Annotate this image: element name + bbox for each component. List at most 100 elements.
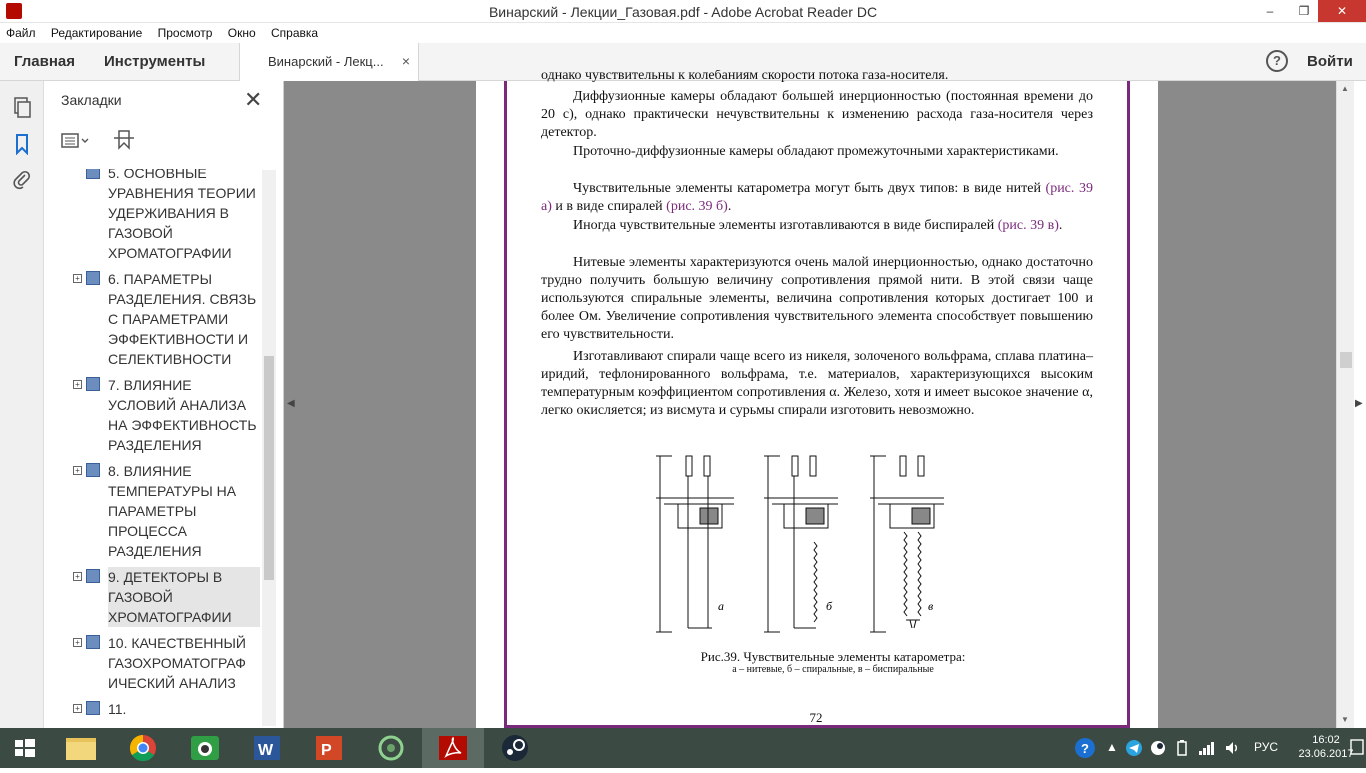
figure-subcaption: а – нитевые, б – спиральные, в – биспира… [732, 664, 934, 675]
paragraph-text: Иногда чувствительные элементы изготавли… [573, 218, 998, 233]
expand-icon[interactable]: + [73, 466, 82, 475]
bookmark-label: 11. [108, 701, 127, 717]
menu-window[interactable]: Окно [222, 23, 262, 40]
volume-icon[interactable] [1224, 740, 1240, 759]
paragraph: Диффузионные камеры обладают большей ине… [541, 88, 1093, 142]
menu-bar: Файл Редактирование Просмотр Окно Справк… [0, 23, 1366, 43]
windows-taskbar: W P ? ▲ РУС 16:02 23.06.2017 [0, 728, 1366, 768]
sign-in-button[interactable]: Войти [1307, 53, 1353, 70]
expand-icon[interactable]: + [73, 572, 82, 581]
word-icon[interactable]: W [236, 728, 298, 768]
help-icon[interactable]: ? [1266, 50, 1288, 72]
bookmark-label: 6. ПАРАМЕТРЫ РАЗДЕЛЕНИЯ. СВЯЗЬ С ПАРАМЕТ… [108, 271, 257, 367]
bookmarks-scroll-thumb[interactable] [264, 356, 274, 580]
paragraph: Изготавливают спирали чаще всего из нике… [541, 348, 1093, 420]
language-indicator[interactable]: РУС [1254, 740, 1278, 754]
clock[interactable]: 16:02 23.06.2017 [1296, 733, 1356, 761]
page-thumbnails-icon[interactable] [12, 97, 32, 119]
document-scrollbar[interactable]: ▲ ▼ [1336, 81, 1354, 728]
steam-tray-icon[interactable] [1150, 740, 1166, 759]
network-icon[interactable] [1198, 740, 1214, 759]
right-pane-arrow-icon[interactable]: ▶ [1355, 398, 1363, 409]
collapse-panel-arrow-icon[interactable]: ◀ [287, 398, 295, 409]
help-tray-icon[interactable]: ? [1074, 737, 1096, 762]
menu-file[interactable]: Файл [0, 23, 42, 40]
restore-button[interactable]: ❐ [1288, 0, 1320, 22]
acrobat-taskbar-icon[interactable] [422, 728, 484, 768]
paragraph-text: и в виде спиралей [551, 199, 667, 214]
paragraph-text: Проточно-диффузионные камеры обладают пр… [573, 144, 1059, 159]
powerpoint-icon[interactable]: P [298, 728, 360, 768]
paragraph-text: Чувствительные элементы катарометра могу… [573, 181, 1046, 196]
close-panel-icon[interactable]: ✕ [244, 87, 262, 113]
figure-reference-link[interactable]: (рис. 39 б) [666, 199, 728, 214]
bookmark-tools [60, 129, 136, 156]
document-scroll-thumb[interactable] [1340, 352, 1352, 368]
figure-reference-link[interactable]: (рис. 39 в) [998, 218, 1059, 233]
page-top-line: однако чувствительны к колебаниям скорос… [541, 70, 949, 83]
battery-icon[interactable] [1176, 740, 1188, 759]
bookmark-label: 5. ОСНОВНЫЕ УРАВНЕНИЯ ТЕОРИИ УДЕРЖИВАНИЯ… [108, 169, 256, 261]
expand-icon[interactable]: + [73, 274, 82, 283]
paragraph: Чувствительные элементы катарометра могу… [541, 180, 1093, 216]
scroll-up-arrow-icon[interactable]: ▲ [1341, 84, 1349, 93]
paragraph-text: Диффузионные камеры обладают большей ине… [541, 89, 1093, 140]
minimize-button[interactable]: – [1254, 0, 1286, 22]
expand-icon[interactable]: + [73, 638, 82, 647]
bookmark-label: 9. ДЕТЕКТОРЫ В ГАЗОВОЙ ХРОМАТОГРАФИИ [108, 567, 260, 627]
figure-caption: Рис.39. Чувствительные элементы катароме… [700, 649, 966, 664]
notifications-icon[interactable] [1350, 738, 1364, 759]
figure-label-b: б [826, 599, 833, 613]
steam-icon[interactable] [484, 728, 546, 768]
attachments-icon[interactable] [12, 169, 32, 191]
window-title: Винарский - Лекции_Газовая.pdf - Adobe A… [488, 4, 878, 20]
paragraph: Иногда чувствительные элементы изготавли… [541, 217, 1093, 235]
page-number: 72 [809, 710, 823, 725]
tool-app-icon[interactable] [360, 728, 422, 768]
show-hidden-icons-icon[interactable]: ▲ [1106, 740, 1118, 754]
bookmark-icon [86, 569, 100, 583]
bookmark-icon [86, 271, 100, 285]
bookmarks-title: Закладки [61, 92, 122, 108]
document-tab-close-button[interactable]: × [402, 53, 410, 69]
bookmarks-icon[interactable] [12, 133, 32, 156]
bookmarks-scrollbar[interactable] [262, 170, 276, 726]
thermistor-figure: а б в [656, 455, 944, 633]
paragraph-text: . [1058, 218, 1063, 233]
close-window-button[interactable]: ✕ [1318, 0, 1366, 22]
new-bookmark-icon[interactable] [112, 130, 136, 155]
menu-help[interactable]: Справка [265, 23, 324, 40]
bookmarks-panel: Закладки ✕ 5. ОСНОВНЫЕ УРАВНЕНИЯ ТЕОРИИ … [44, 81, 284, 728]
chrome-icon[interactable] [112, 728, 174, 768]
figure-label-a: а [718, 599, 724, 613]
paragraph: Проточно-диффузионные камеры обладают пр… [541, 143, 1093, 161]
svg-text:P: P [321, 742, 332, 759]
bookmark-icon [86, 701, 100, 715]
paragraph: Нитевые элементы характеризуются очень м… [541, 254, 1093, 344]
paragraph-text: . [727, 199, 732, 214]
menu-view[interactable]: Просмотр [152, 23, 219, 40]
camera-app-icon[interactable] [174, 728, 236, 768]
document-tab-label: Винарский - Лекц... [268, 54, 384, 69]
paragraph-text: Нитевые элементы характеризуются очень м… [541, 255, 1093, 342]
expand-icon[interactable]: + [73, 380, 82, 389]
bookmark-label: 10. КАЧЕСТВЕННЫЙ ГАЗОХРОМАТОГРАФ ИЧЕСКИЙ… [108, 635, 246, 691]
svg-text:?: ? [1081, 741, 1089, 756]
menu-edit[interactable]: Редактирование [45, 23, 148, 40]
document-tab[interactable]: Винарский - Лекц... × [239, 43, 419, 81]
bookmark-icon [86, 463, 100, 477]
scroll-down-arrow-icon[interactable]: ▼ [1341, 715, 1349, 724]
bookmark-icon [86, 635, 100, 649]
clock-time: 16:02 [1312, 734, 1340, 746]
title-bar: Винарский - Лекции_Газовая.pdf - Adobe A… [0, 0, 1366, 23]
start-button[interactable] [0, 728, 50, 768]
tools-tab[interactable]: Инструменты [104, 53, 205, 70]
bookmark-label: 7. ВЛИЯНИЕ УСЛОВИЙ АНАЛИЗА НА ЭФФЕКТИВНО… [108, 377, 257, 453]
bookmark-options-icon[interactable] [60, 133, 96, 155]
figure-label-c: в [928, 599, 933, 613]
file-explorer-icon[interactable] [50, 728, 112, 768]
telegram-tray-icon[interactable] [1126, 740, 1142, 759]
home-tab[interactable]: Главная [14, 53, 75, 70]
bookmark-label: 8. ВЛИЯНИЕ ТЕМПЕРАТУРЫ НА ПАРАМЕТРЫ ПРОЦ… [108, 463, 237, 559]
expand-icon[interactable]: + [73, 704, 82, 713]
